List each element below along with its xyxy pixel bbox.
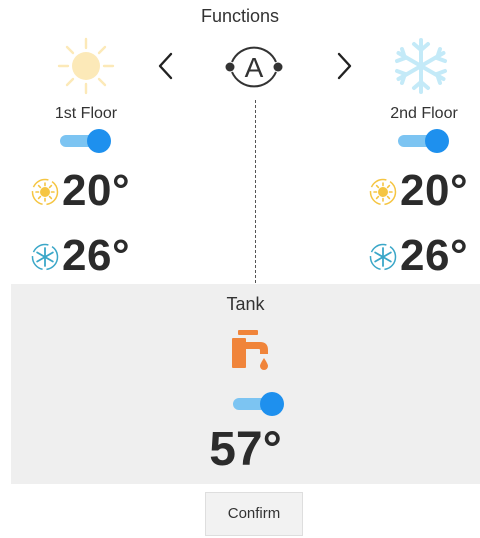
- floor1-cooling-setpoint[interactable]: 26°: [30, 228, 150, 284]
- divider: [255, 100, 256, 283]
- cooling-icon: [31, 243, 59, 271]
- floor2-cooling-setpoint[interactable]: 26°: [368, 228, 480, 284]
- chevron-left-icon[interactable]: [151, 48, 181, 84]
- functions-title: Functions: [200, 6, 280, 26]
- floor1-toggle[interactable]: [58, 127, 114, 155]
- floor2-heating-setpoint[interactable]: 20°: [368, 163, 480, 219]
- heating-icon: [369, 178, 397, 206]
- floor1-label: 1st Floor: [54, 105, 118, 122]
- chevron-right-icon[interactable]: [329, 48, 359, 84]
- tank-toggle[interactable]: [231, 390, 287, 418]
- floor1-heating-setpoint[interactable]: 20°: [30, 163, 150, 219]
- faucet-icon: [232, 330, 268, 370]
- floor1-heating-temp: 20°: [62, 166, 131, 215]
- floor2-toggle[interactable]: [396, 127, 452, 155]
- floor2-cooling-temp: 26°: [400, 231, 469, 280]
- cooling-icon: [369, 243, 397, 271]
- floor1-cooling-temp: 26°: [62, 231, 131, 280]
- tank-title: Tank: [226, 294, 265, 314]
- floor2-heating-temp: 20°: [400, 166, 469, 215]
- snowflake-icon: [395, 38, 447, 94]
- tank-panel: Tank 57°: [11, 284, 480, 484]
- auto-mode-icon[interactable]: A: [221, 38, 287, 96]
- confirm-button[interactable]: Confirm: [205, 492, 303, 536]
- tank-temp[interactable]: 57°: [11, 420, 480, 480]
- floor2-label: 2nd Floor: [390, 105, 458, 122]
- mode-letter: A: [245, 52, 264, 83]
- heating-icon: [31, 178, 59, 206]
- sun-icon: [57, 37, 115, 95]
